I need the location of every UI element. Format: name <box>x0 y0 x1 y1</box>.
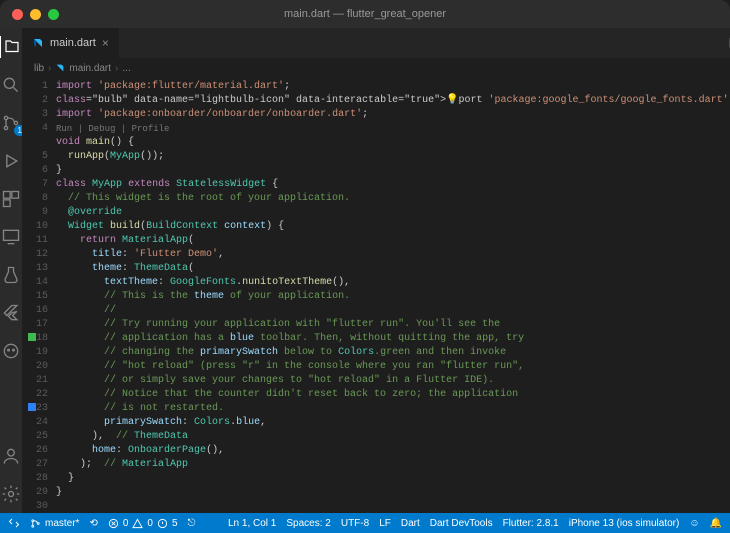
breadcrumb[interactable]: lib › main.dart › ... <box>22 58 730 78</box>
accounts-icon[interactable] <box>0 445 22 467</box>
sync-button[interactable]: ⟲ <box>89 518 97 529</box>
flutter-icon[interactable] <box>0 302 22 324</box>
testing-icon[interactable] <box>0 264 22 286</box>
feedback-icon[interactable]: ☺ <box>689 518 699 529</box>
settings-gear-icon[interactable] <box>0 483 22 505</box>
encoding[interactable]: UTF-8 <box>341 518 369 529</box>
activity-bar <box>0 28 22 513</box>
chevron-right-icon: › <box>48 63 51 74</box>
window-title: main.dart — flutter_great_opener <box>0 8 730 20</box>
dart-file-icon <box>32 37 44 49</box>
source-control-icon[interactable] <box>0 112 22 134</box>
status-bar: master* ⟲ 0 0 5 ⎋ Ln 1, Col 1 Spaces: 2 … <box>0 513 730 533</box>
problems-indicator[interactable]: 0 0 5 <box>108 518 178 529</box>
eol[interactable]: LF <box>379 518 391 529</box>
flutter-version[interactable]: Flutter: 2.8.1 <box>503 518 559 529</box>
tab-main-dart[interactable]: main.dart × <box>22 28 120 58</box>
extensions-icon[interactable] <box>0 188 22 210</box>
tab-bar: main.dart × ⋯ <box>22 28 730 58</box>
editor-area: main.dart × ⋯ lib › main.dart › ... 1234… <box>22 28 730 513</box>
indentation[interactable]: Spaces: 2 <box>286 518 330 529</box>
tab-label: main.dart <box>50 37 96 49</box>
chevron-right-icon: › <box>115 63 118 74</box>
breadcrumb-item[interactable]: main.dart <box>69 63 111 74</box>
cursor-position[interactable]: Ln 1, Col 1 <box>228 518 276 529</box>
titlebar: main.dart — flutter_great_opener <box>0 0 730 28</box>
device-selector[interactable]: iPhone 13 (ios simulator) <box>569 518 680 529</box>
dart-devtools[interactable]: Dart DevTools <box>430 518 493 529</box>
explorer-icon[interactable] <box>0 36 21 58</box>
close-tab-icon[interactable]: × <box>102 36 109 50</box>
copilot-icon[interactable] <box>0 340 22 362</box>
notifications-bell-icon[interactable]: 🔔 <box>710 518 722 529</box>
dart-file-icon <box>55 63 65 73</box>
remote-icon[interactable] <box>0 226 22 248</box>
code-editor[interactable]: import 'package:flutter/material.dart';c… <box>56 78 730 513</box>
run-action-icon[interactable] <box>726 36 730 50</box>
git-branch[interactable]: master* <box>30 518 79 529</box>
line-number-gutter: 1234 56789101112131415161718192021222324… <box>22 78 56 513</box>
breadcrumb-item[interactable]: ... <box>122 63 130 74</box>
breadcrumb-item[interactable]: lib <box>34 63 44 74</box>
codelens[interactable]: Run | Debug | Profile <box>56 122 730 136</box>
run-debug-icon[interactable] <box>0 150 22 172</box>
search-icon[interactable] <box>0 74 22 96</box>
gutter-marker[interactable] <box>28 333 36 341</box>
gutter-marker[interactable] <box>28 403 36 411</box>
remote-indicator[interactable] <box>8 517 20 529</box>
port-forward[interactable]: ⎋ <box>188 518 196 529</box>
language-mode[interactable]: Dart <box>401 518 420 529</box>
